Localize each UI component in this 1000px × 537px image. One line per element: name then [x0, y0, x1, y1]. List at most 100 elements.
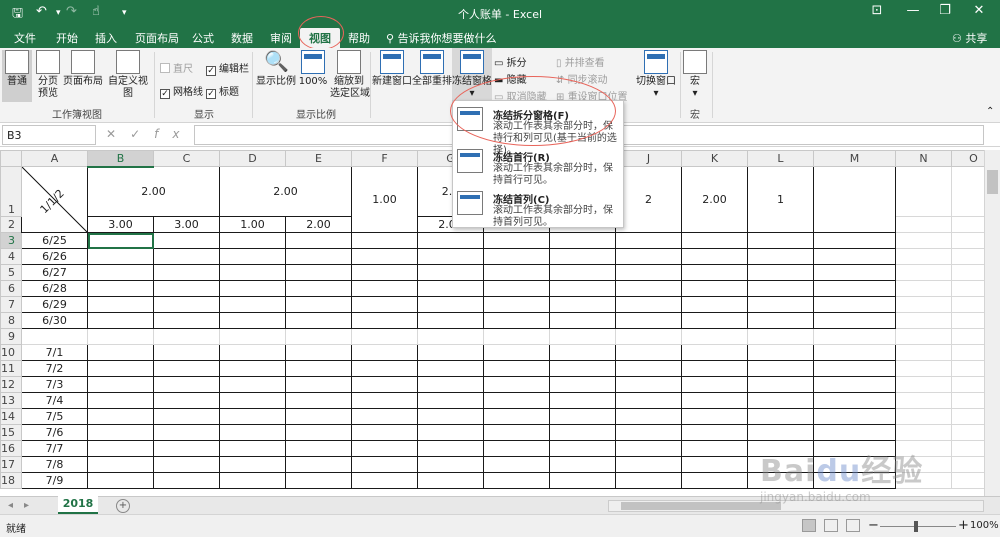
prev-sheet-icon[interactable]: ◂	[8, 500, 13, 511]
cell-g18[interactable]	[417, 472, 484, 489]
column-header-d[interactable]: D	[219, 150, 286, 167]
row-header[interactable]: 6	[0, 280, 22, 297]
cell-n3[interactable]	[895, 232, 952, 249]
cell-e3[interactable]	[285, 232, 352, 249]
tab-data[interactable]: 数据	[231, 30, 253, 46]
cell-c18[interactable]	[153, 472, 220, 489]
cell-f11[interactable]	[351, 360, 418, 377]
cell-m13[interactable]	[813, 392, 896, 409]
cell-n4[interactable]	[895, 248, 952, 265]
cell-k1[interactable]: 2.00	[681, 166, 748, 233]
cell-j13[interactable]	[615, 392, 682, 409]
cell-b4[interactable]	[87, 248, 154, 265]
cell-j15[interactable]	[615, 424, 682, 441]
cell-b7[interactable]	[87, 296, 154, 313]
cell-d2[interactable]: 1.00	[219, 216, 286, 233]
name-box[interactable]: B3	[2, 125, 96, 145]
cell-j8[interactable]	[615, 312, 682, 329]
cell-a12[interactable]: 7/3	[21, 376, 88, 393]
cell-c10[interactable]	[153, 344, 220, 361]
horizontal-scrollbar[interactable]	[608, 500, 984, 512]
cell-f5[interactable]	[351, 264, 418, 281]
ribbon-display-button[interactable]: ⊡	[862, 3, 892, 18]
cell-b10[interactable]	[87, 344, 154, 361]
cell-l3[interactable]	[747, 232, 814, 249]
cell-g3[interactable]	[417, 232, 484, 249]
cell-k10[interactable]	[681, 344, 748, 361]
cell-m10[interactable]	[813, 344, 896, 361]
cell-d14[interactable]	[219, 408, 286, 425]
cell-m4[interactable]	[813, 248, 896, 265]
column-header-m[interactable]: M	[813, 150, 896, 167]
cell-k5[interactable]	[681, 264, 748, 281]
cell-k12[interactable]	[681, 376, 748, 393]
cell-g5[interactable]	[417, 264, 484, 281]
cell-l1[interactable]: 1	[747, 166, 814, 233]
cell-g15[interactable]	[417, 424, 484, 441]
cell-d13[interactable]	[219, 392, 286, 409]
cell-d3[interactable]	[219, 232, 286, 249]
row-header[interactable]: 10	[0, 344, 22, 361]
cell-g6[interactable]	[417, 280, 484, 297]
cell-l6[interactable]	[747, 280, 814, 297]
cell-m6[interactable]	[813, 280, 896, 297]
cell-e13[interactable]	[285, 392, 352, 409]
cell-h6[interactable]	[483, 280, 550, 297]
cell-d16[interactable]	[219, 440, 286, 457]
cell-f12[interactable]	[351, 376, 418, 393]
cell-f15[interactable]	[351, 424, 418, 441]
minimize-button[interactable]: —	[898, 3, 928, 18]
tab-help[interactable]: 帮助	[348, 30, 370, 46]
cell-d10[interactable]	[219, 344, 286, 361]
cell-f4[interactable]	[351, 248, 418, 265]
cell-k18[interactable]	[681, 472, 748, 489]
column-header-c[interactable]: C	[153, 150, 220, 167]
cell-h11[interactable]	[483, 360, 550, 377]
scrollbar-thumb[interactable]	[987, 170, 998, 194]
cell-b6[interactable]	[87, 280, 154, 297]
h-scrollbar-thumb[interactable]	[621, 502, 781, 510]
cell-f17[interactable]	[351, 456, 418, 473]
cell-n2[interactable]	[895, 216, 952, 233]
cell-a11[interactable]: 7/2	[21, 360, 88, 377]
cell-l17[interactable]	[747, 456, 814, 473]
cell-m16[interactable]	[813, 440, 896, 457]
restore-button[interactable]: ❐	[930, 3, 960, 18]
enter-icon[interactable]: ✓	[130, 127, 154, 141]
column-header-n[interactable]: N	[895, 150, 952, 167]
cell-n9[interactable]	[895, 328, 952, 345]
cell-g11[interactable]	[417, 360, 484, 377]
cell-e16[interactable]	[285, 440, 352, 457]
cell-d9[interactable]	[219, 328, 286, 345]
cell-m7[interactable]	[813, 296, 896, 313]
cell-k7[interactable]	[681, 296, 748, 313]
row-header[interactable]: 12	[0, 376, 22, 393]
cell-m14[interactable]	[813, 408, 896, 425]
cell-c14[interactable]	[153, 408, 220, 425]
cell-a18[interactable]: 7/9	[21, 472, 88, 489]
cell-f16[interactable]	[351, 440, 418, 457]
cell-i11[interactable]	[549, 360, 616, 377]
cell-n1[interactable]	[895, 166, 952, 217]
cell-l14[interactable]	[747, 408, 814, 425]
cell-l11[interactable]	[747, 360, 814, 377]
insert-function-icon[interactable]: fx	[154, 127, 193, 141]
cell-m9[interactable]	[813, 328, 896, 345]
cell-m18[interactable]	[813, 472, 896, 489]
cell-i3[interactable]	[549, 232, 616, 249]
page-break-status-icon[interactable]	[846, 519, 860, 532]
row-header[interactable]: 3	[0, 232, 22, 249]
cell-l15[interactable]	[747, 424, 814, 441]
cell-n18[interactable]	[895, 472, 952, 489]
cell-m5[interactable]	[813, 264, 896, 281]
cell-h16[interactable]	[483, 440, 550, 457]
split-button[interactable]: ▭ 拆分	[494, 54, 527, 69]
cell-d8[interactable]	[219, 312, 286, 329]
tab-insert[interactable]: 插入	[95, 30, 117, 46]
cell-f13[interactable]	[351, 392, 418, 409]
cell-i13[interactable]	[549, 392, 616, 409]
zoom-button[interactable]: 🔍 显示比例	[256, 50, 296, 88]
cell-i7[interactable]	[549, 296, 616, 313]
cell-e14[interactable]	[285, 408, 352, 425]
cell-c6[interactable]	[153, 280, 220, 297]
